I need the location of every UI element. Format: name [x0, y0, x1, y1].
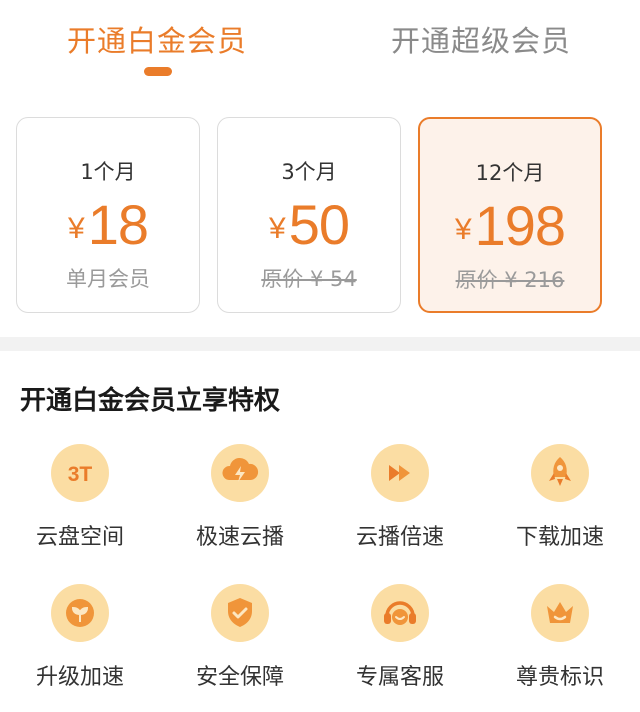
plan-duration: 12个月: [475, 161, 545, 185]
3t-icon: 3T: [51, 444, 109, 502]
plan-card-12-months[interactable]: 12个月 ¥198 原价 ¥ 216: [418, 117, 602, 313]
currency-symbol: ¥: [269, 212, 286, 245]
price-value: 18: [87, 193, 149, 256]
plan-options: 1个月 ¥18 单月会员 3个月 ¥50 原价 ¥ 54 12个月 ¥198 原…: [0, 117, 640, 317]
sprout-icon: [51, 584, 109, 642]
fast-forward-icon: [371, 444, 429, 502]
membership-tabs: 开通白金会员 开通超级会员: [0, 0, 640, 90]
benefit-label: 安全保障: [195, 665, 284, 690]
shield-check-icon: [211, 584, 269, 642]
cloud-bolt-icon: [211, 444, 269, 502]
original-price: 原价 ¥ 216: [455, 268, 565, 292]
tab-platinum[interactable]: 开通白金会员: [27, 18, 287, 60]
price-value: 198: [474, 194, 566, 257]
benefit-fast-streaming[interactable]: 极速云播: [160, 444, 320, 564]
benefits-title: 开通白金会员立享特权: [20, 386, 281, 416]
plan-price: ¥198: [420, 193, 600, 258]
tab-super[interactable]: 开通超级会员: [351, 18, 611, 60]
currency-symbol: ¥: [68, 212, 85, 245]
section-divider: [0, 337, 640, 351]
benefit-security[interactable]: 安全保障: [160, 584, 320, 704]
benefit-label: 云盘空间: [35, 525, 124, 550]
benefit-label: 专属客服: [355, 665, 444, 690]
active-tab-indicator: [144, 67, 172, 76]
benefit-label: 下载加速: [515, 525, 604, 550]
benefit-label: 云播倍速: [355, 525, 444, 550]
plan-note: 单月会员: [66, 267, 150, 291]
plan-card-1-month[interactable]: 1个月 ¥18 单月会员: [16, 117, 200, 313]
benefit-upgrade-speed[interactable]: 升级加速: [0, 584, 160, 704]
rocket-icon: [531, 444, 589, 502]
benefit-label: 极速云播: [195, 525, 284, 550]
benefit-download-speed[interactable]: 下载加速: [480, 444, 640, 564]
benefit-label: 升级加速: [35, 665, 124, 690]
benefit-playback-speed[interactable]: 云播倍速: [320, 444, 480, 564]
benefit-label: 尊贵标识: [515, 665, 604, 690]
benefit-customer-service[interactable]: 专属客服: [320, 584, 480, 704]
benefit-vip-badge[interactable]: 尊贵标识: [480, 584, 640, 704]
original-price: 原价 ¥ 54: [261, 267, 357, 291]
benefit-cloud-storage[interactable]: 3T 云盘空间: [0, 444, 160, 564]
price-value: 50: [288, 193, 350, 256]
crown-icon: [531, 584, 589, 642]
plan-duration: 1个月: [80, 160, 136, 184]
icon-text: 3T: [68, 463, 93, 486]
headset-icon: [371, 584, 429, 642]
plan-duration: 3个月: [281, 160, 337, 184]
plan-price: ¥50: [218, 192, 400, 257]
plan-card-3-months[interactable]: 3个月 ¥50 原价 ¥ 54: [217, 117, 401, 313]
plan-price: ¥18: [17, 192, 199, 257]
currency-symbol: ¥: [454, 213, 472, 246]
